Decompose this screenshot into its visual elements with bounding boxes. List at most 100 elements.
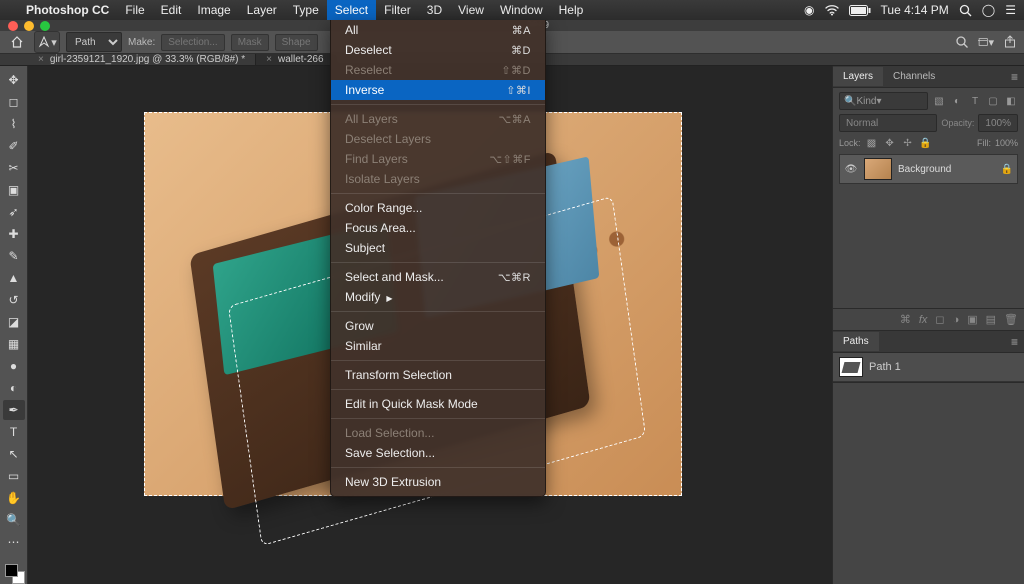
path-mode-select[interactable]: Path [66,32,122,52]
cloud-sync-icon[interactable]: ◉ [804,3,814,17]
menu-item-save-selection[interactable]: Save Selection... [331,443,545,463]
menu-item-similar[interactable]: Similar [331,336,545,356]
menu-item-select-and-mask[interactable]: Select and Mask...⌥⌘R [331,267,545,287]
menu-item-deselect[interactable]: Deselect⌘D [331,40,545,60]
panel-menu-icon[interactable]: ≡ [1005,70,1024,84]
brush-tool[interactable]: ✎ [3,246,25,266]
spotlight-icon[interactable] [959,4,972,17]
foreground-color-swatch[interactable] [5,564,18,577]
menu-item-inverse[interactable]: Inverse⇧⌘I [331,80,545,100]
layer-fx-icon[interactable]: fx [919,314,928,326]
adjustment-layer-icon[interactable]: ◑ [953,314,960,326]
tab-layers[interactable]: Layers [833,67,883,86]
layer-name[interactable]: Background [898,164,995,175]
filter-type-icon[interactable]: T [968,94,982,108]
fill-value[interactable]: 100% [995,138,1018,148]
menu-window[interactable]: Window [492,0,551,20]
search-icon[interactable] [954,34,970,50]
lock-all-icon[interactable]: 🔒 [919,136,933,150]
gradient-tool[interactable]: ▦ [3,334,25,354]
menu-layer[interactable]: Layer [239,0,285,20]
menu-item-color-range[interactable]: Color Range... [331,198,545,218]
path-thumbnail[interactable] [839,357,863,377]
menu-3d[interactable]: 3D [419,0,450,20]
layer-group-icon[interactable]: ▣ [967,313,977,326]
active-tool-indicator[interactable]: ▾ [34,31,60,53]
lock-pixels-icon[interactable]: ▩ [865,136,879,150]
close-tab-icon[interactable]: × [266,54,272,65]
siri-icon[interactable]: ◯ [982,3,995,17]
menu-filter[interactable]: Filter [376,0,419,20]
healing-brush-tool[interactable]: ✚ [3,224,25,244]
dodge-tool[interactable]: ◐ [3,378,25,398]
layer-thumbnail[interactable] [864,158,892,180]
menu-file[interactable]: File [117,0,152,20]
menu-image[interactable]: Image [189,0,238,20]
path-select-tool[interactable]: ↖ [3,444,25,464]
crop-tool[interactable]: ✂ [3,158,25,178]
new-layer-icon[interactable]: ▤ [986,313,996,326]
window-close-button[interactable] [8,21,18,31]
filter-adjust-icon[interactable]: ◐ [950,94,964,108]
lock-artboard-icon[interactable]: ✢ [901,136,915,150]
make-selection-button[interactable]: Selection... [161,34,224,51]
pen-tool[interactable]: ✒ [3,400,25,420]
menu-item-all[interactable]: All⌘A [331,20,545,40]
home-button[interactable] [6,31,28,53]
layer-mask-icon[interactable]: ◻ [935,313,944,326]
eraser-tool[interactable]: ◪ [3,312,25,332]
wifi-icon[interactable] [825,4,839,16]
layer-row[interactable]: 👁 Background 🔒 [839,154,1018,184]
opacity-value[interactable]: 100% [978,114,1018,132]
rectangle-tool[interactable]: ▭ [3,466,25,486]
visibility-toggle-icon[interactable]: 👁 [844,164,858,175]
path-row[interactable]: Path 1 [833,353,1024,382]
menu-view[interactable]: View [450,0,492,20]
blend-mode-select[interactable]: Normal [839,114,937,132]
clone-stamp-tool[interactable]: ▲ [3,268,25,288]
zoom-tool[interactable]: 🔍 [3,510,25,530]
edit-toolbar[interactable]: ⋯ [3,532,25,552]
menu-item-subject[interactable]: Subject [331,238,545,258]
menu-item-modify[interactable]: Modify [331,287,545,307]
workspace-icon[interactable]: ▾ [978,34,994,50]
window-minimize-button[interactable] [24,21,34,31]
document-tab[interactable]: × girl-2359121_1920.jpg @ 33.3% (RGB/8#)… [28,54,256,65]
tab-paths[interactable]: Paths [833,332,879,351]
hand-tool[interactable]: ✋ [3,488,25,508]
make-shape-button[interactable]: Shape [275,34,318,51]
panel-menu-icon[interactable]: ≡ [1005,335,1024,349]
close-tab-icon[interactable]: × [38,54,44,65]
filter-pixel-icon[interactable]: ▧ [932,94,946,108]
menu-item-grow[interactable]: Grow [331,316,545,336]
app-menu[interactable]: Photoshop CC [18,0,117,20]
blur-tool[interactable]: ● [3,356,25,376]
menu-edit[interactable]: Edit [153,0,190,20]
make-mask-button[interactable]: Mask [231,34,269,51]
menu-item-transform-selection[interactable]: Transform Selection [331,365,545,385]
menu-item-edit-in-quick-mask-mode[interactable]: Edit in Quick Mask Mode [331,394,545,414]
share-icon[interactable] [1002,34,1018,50]
menu-type[interactable]: Type [285,0,327,20]
eyedropper-tool[interactable]: ➶ [3,202,25,222]
color-swatches[interactable] [3,562,25,584]
frame-tool[interactable]: ▣ [3,180,25,200]
menu-item-focus-area[interactable]: Focus Area... [331,218,545,238]
battery-icon[interactable] [849,5,871,16]
move-tool[interactable]: ✥ [3,70,25,90]
layer-lock-icon[interactable]: 🔒 [1001,164,1013,175]
document-tab[interactable]: × wallet-266 [256,54,334,65]
filter-shape-icon[interactable]: ▢ [986,94,1000,108]
menu-help[interactable]: Help [551,0,592,20]
path-name[interactable]: Path 1 [869,361,901,373]
layer-filter-kind[interactable]: 🔍 Kind ▾ [839,92,928,110]
tab-channels[interactable]: Channels [883,67,945,86]
link-layers-icon[interactable]: ⌘ [900,313,911,326]
filter-smart-icon[interactable]: ◧ [1004,94,1018,108]
menubar-clock[interactable]: Tue 4:14 PM [881,3,949,17]
delete-layer-icon[interactable]: 🗑 [1004,313,1018,326]
marquee-tool[interactable]: ◻ [3,92,25,112]
quick-select-tool[interactable]: ✐ [3,136,25,156]
window-zoom-button[interactable] [40,21,50,31]
lasso-tool[interactable]: ⌇ [3,114,25,134]
